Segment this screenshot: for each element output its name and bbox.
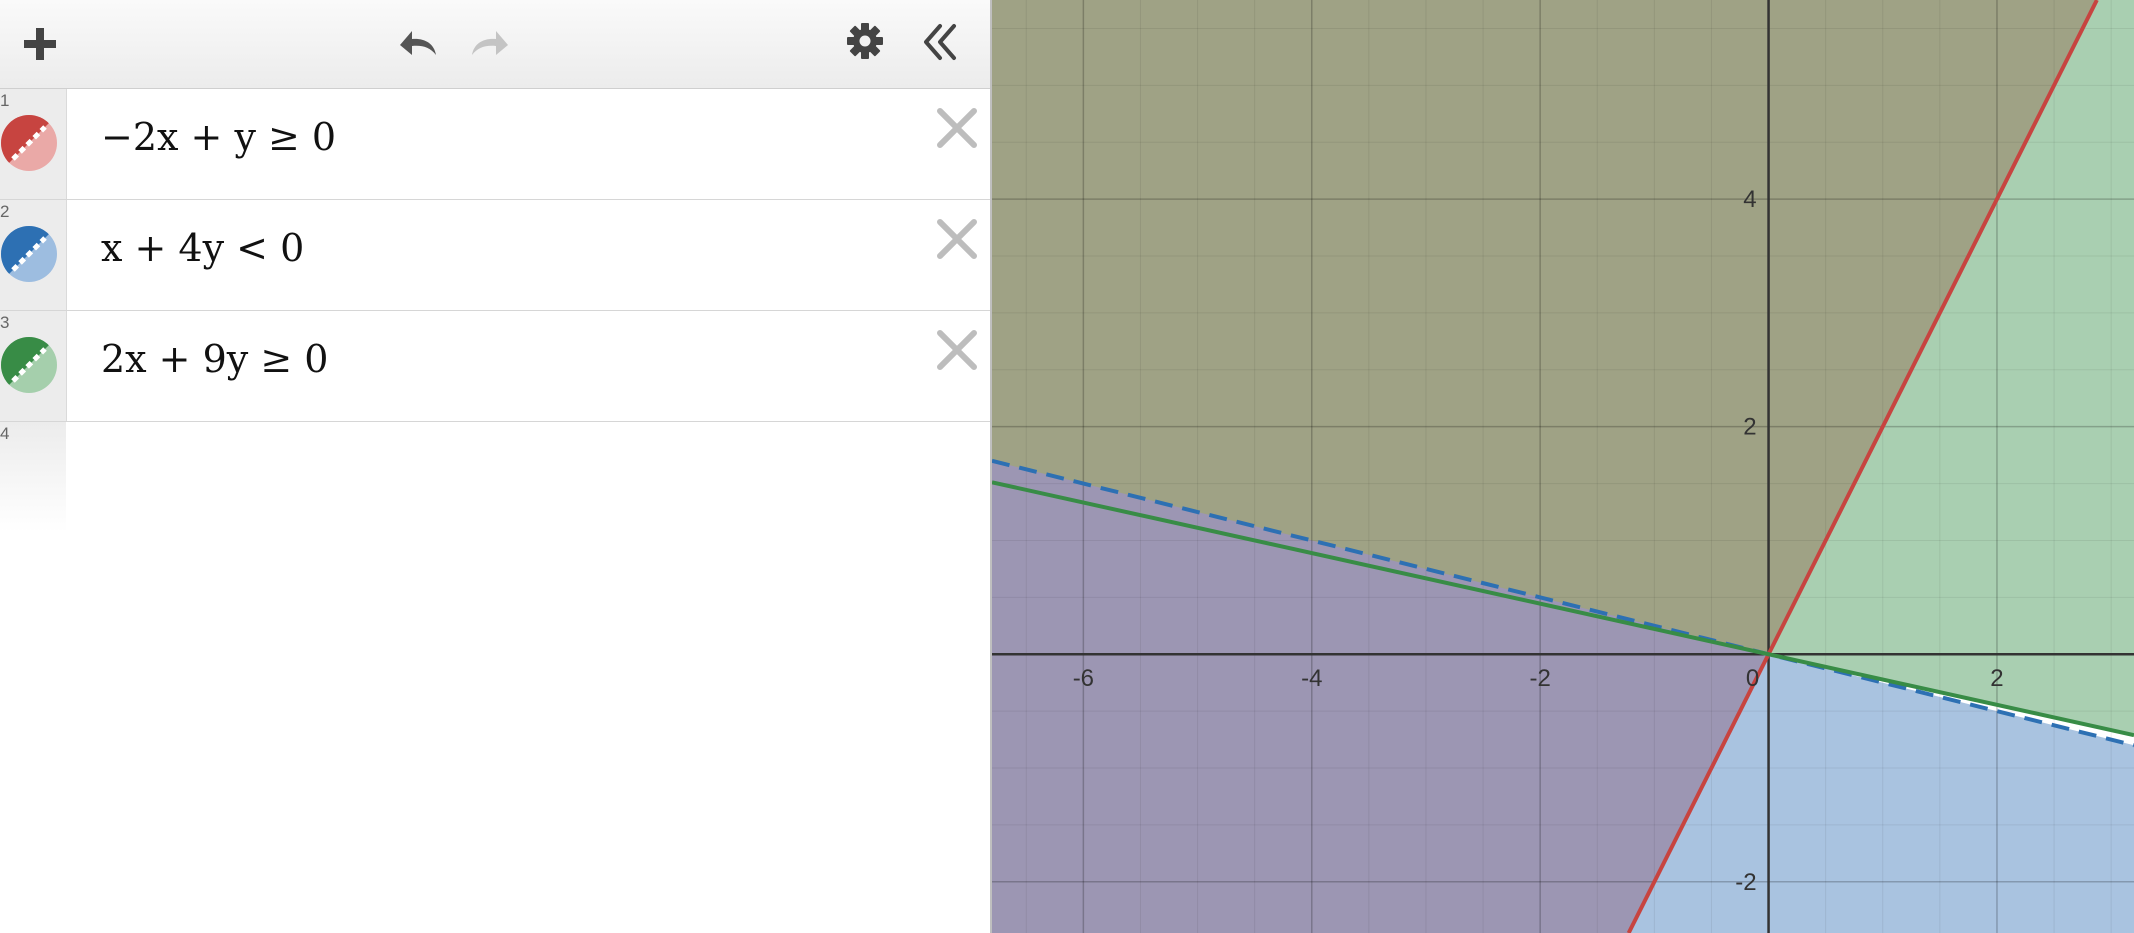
color-swatch-icon[interactable] [1,115,57,171]
undo-arrow-icon [400,31,436,55]
expression-number: 2 [0,202,10,221]
expression-row[interactable]: 2 x + 4y < 0 [0,200,990,311]
add-item-button[interactable] [16,20,64,68]
plus-icon [24,28,56,60]
delete-expression-icon[interactable] [934,327,980,373]
new-expression-row[interactable]: 4 [0,422,990,532]
x-tick-label: -6 [1073,665,1094,692]
x-tick-label: 2 [1990,665,2003,692]
y-tick-label: 2 [1743,414,1756,441]
expression-row[interactable]: 3 2x + 9y ≥ 0 [0,311,990,422]
graph-canvas[interactable]: -6 -4 -2 0 2 4 2 -2 [992,0,2134,933]
expression-number: 1 [0,91,10,110]
color-swatch-icon[interactable] [1,226,57,282]
y-tick-label: -2 [1735,869,1756,896]
expression-toolbar [0,0,990,89]
x-tick-label: 0 [1746,665,1759,692]
redo-arrow-icon [472,31,508,55]
undo-button[interactable] [388,18,444,68]
expression-math[interactable]: −2x + y ≥ 0 [101,115,336,159]
settings-button[interactable] [840,16,890,66]
expression-gutter: 2 [0,200,67,310]
expression-list: 1 −2x + y ≥ 0 2 x + 4y < 0 3 2x + 9y ≥ 0… [0,89,990,532]
gear-icon [847,23,883,59]
expression-gutter: 3 [0,311,67,421]
expression-gutter: 4 [0,422,66,532]
collapse-panel-button[interactable] [914,16,966,68]
expression-gutter: 1 [0,89,67,199]
redo-button[interactable] [464,18,520,68]
expression-number: 4 [0,424,10,443]
expression-math[interactable]: 2x + 9y ≥ 0 [101,337,328,381]
double-chevron-left-icon [924,24,956,60]
expression-math[interactable]: x + 4y < 0 [101,226,304,270]
x-tick-label: -4 [1301,665,1322,692]
expression-panel: 1 −2x + y ≥ 0 2 x + 4y < 0 3 2x + 9y ≥ 0… [0,0,990,933]
expression-number: 3 [0,313,10,332]
expression-row[interactable]: 1 −2x + y ≥ 0 [0,89,990,200]
delete-expression-icon[interactable] [934,105,980,151]
delete-expression-icon[interactable] [934,216,980,262]
y-tick-label: 4 [1743,186,1756,213]
color-swatch-icon[interactable] [1,337,57,393]
x-tick-label: -2 [1529,665,1550,692]
